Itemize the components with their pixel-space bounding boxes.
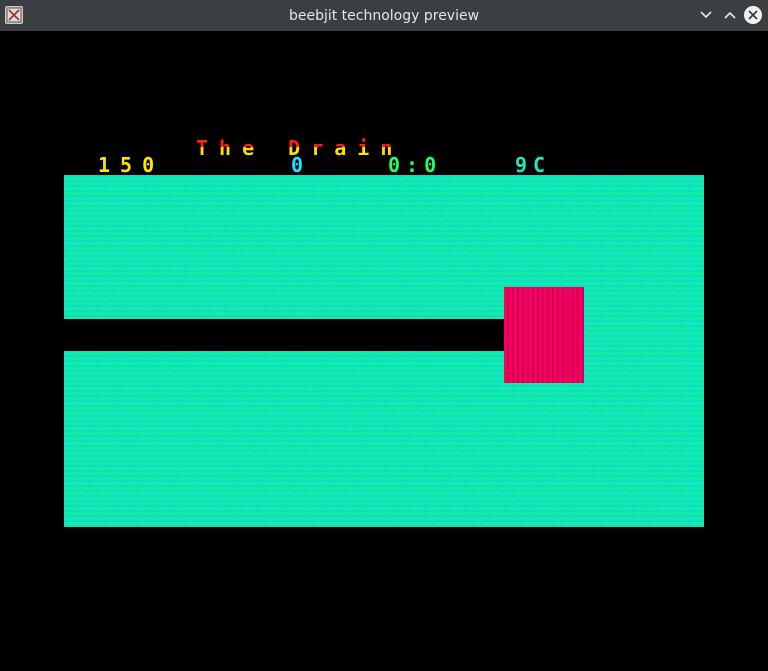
water-playfield xyxy=(64,175,704,527)
chevron-up-icon xyxy=(724,11,736,19)
lives-display: 0 xyxy=(291,153,312,177)
timer-display: 0:0 xyxy=(388,153,443,177)
window-title: beebjit technology preview xyxy=(288,7,480,24)
app-icon[interactable] xyxy=(5,6,23,24)
app-window: beebjit technology preview The Drain 150… xyxy=(0,0,768,671)
plug-block xyxy=(504,287,584,383)
level-display: 9C xyxy=(515,153,552,177)
score-display: 150 xyxy=(98,153,165,177)
drain-channel xyxy=(64,319,504,351)
chevron-down-icon xyxy=(700,11,712,19)
maximize-button[interactable] xyxy=(721,6,739,24)
title-bar[interactable]: beebjit technology preview xyxy=(0,0,768,31)
close-icon xyxy=(748,10,758,20)
close-button[interactable] xyxy=(744,6,762,24)
minimize-button[interactable] xyxy=(697,6,715,24)
emulator-screen[interactable]: The Drain 150 0 0:0 9C xyxy=(0,31,768,671)
